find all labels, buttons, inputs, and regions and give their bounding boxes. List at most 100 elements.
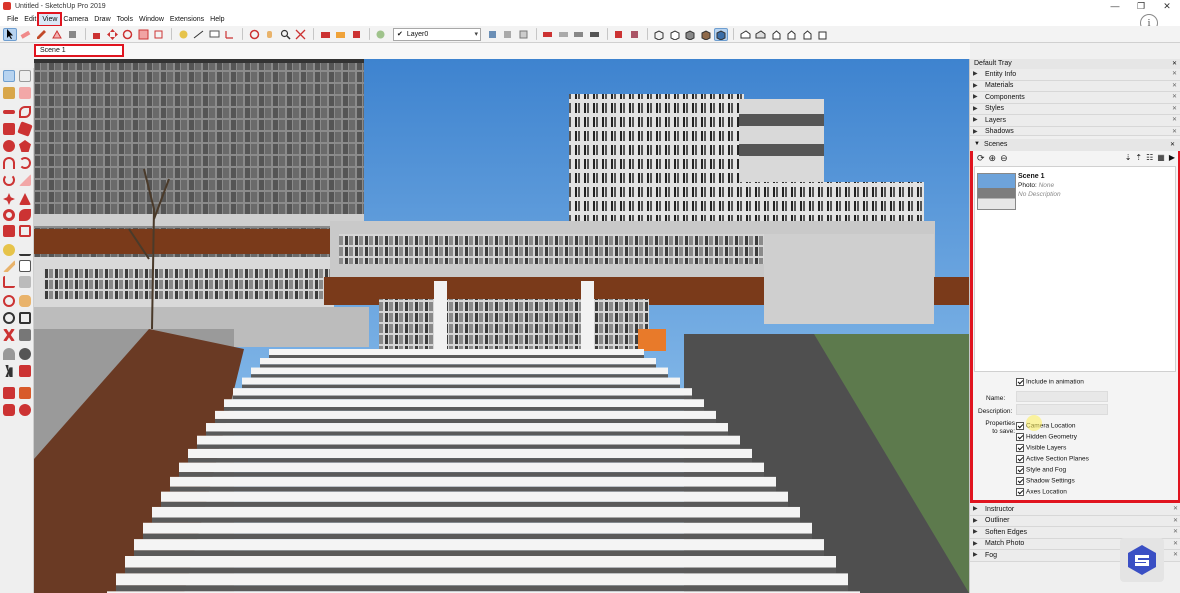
share-model-icon[interactable]: [3, 404, 15, 416]
restore-button[interactable]: ❐: [1128, 0, 1154, 12]
prop-style-and-fog[interactable]: Style and Fog: [1016, 466, 1066, 474]
add-scene-icon[interactable]: ⊕: [989, 153, 997, 164]
zoom-icon[interactable]: [3, 312, 15, 324]
position-camera-icon[interactable]: [3, 348, 15, 360]
tape-measure-icon[interactable]: [176, 28, 190, 41]
panel-instructor[interactable]: ▶ Instructor ✕: [970, 504, 1180, 516]
right-view-icon[interactable]: [785, 28, 799, 41]
shape-dropdown-icon[interactable]: [50, 28, 64, 41]
back-view-icon[interactable]: [800, 28, 814, 41]
prop-hidden-geometry[interactable]: Hidden Geometry: [1016, 433, 1077, 441]
section-cut-icon[interactable]: [556, 28, 570, 41]
close-button[interactable]: ✕: [1154, 0, 1180, 12]
pie-icon[interactable]: [19, 174, 31, 186]
menu-window[interactable]: Window: [136, 14, 167, 25]
rectangle-icon[interactable]: [3, 123, 15, 135]
close-icon[interactable]: ✕: [1172, 128, 1177, 135]
prop-shadow-settings[interactable]: Shadow Settings: [1016, 477, 1075, 485]
details-icon[interactable]: ▶: [1169, 153, 1175, 162]
extension-warehouse-icon[interactable]: [334, 28, 348, 41]
freehand-icon[interactable]: [19, 106, 31, 118]
section-plane-icon[interactable]: [19, 365, 31, 377]
close-icon[interactable]: ✕: [1173, 540, 1178, 547]
close-icon[interactable]: ✕: [1172, 116, 1177, 123]
menu-edit[interactable]: Edit: [21, 14, 39, 25]
sandbox-icon[interactable]: [627, 28, 641, 41]
zoom-extents-icon[interactable]: [294, 28, 308, 41]
offset-tool-icon[interactable]: [152, 28, 166, 41]
scene-name-input[interactable]: [1016, 391, 1108, 402]
text-icon[interactable]: [19, 260, 31, 272]
scene-tab[interactable]: Scene 1: [34, 44, 124, 57]
offset-icon[interactable]: [19, 225, 31, 237]
menu-draw[interactable]: Draw: [91, 14, 113, 25]
menu-help[interactable]: Help: [207, 14, 227, 25]
follow-me-icon[interactable]: [19, 209, 31, 221]
prop-axes-location[interactable]: Axes Location: [1016, 488, 1067, 496]
pencil-tool-icon[interactable]: [34, 28, 48, 41]
prop-visible-layers[interactable]: Visible Layers: [1016, 444, 1066, 452]
select-tool-icon[interactable]: [3, 27, 17, 41]
three-point-arc-icon[interactable]: [3, 174, 15, 186]
make-component-icon[interactable]: [19, 70, 31, 82]
pan-icon[interactable]: [19, 295, 31, 307]
shaded-style-icon[interactable]: [683, 28, 697, 41]
move-scene-down-icon[interactable]: ⇣: [1125, 153, 1132, 162]
panel-shadows[interactable]: ▶ Shadows ✕: [970, 126, 1180, 136]
layer-select[interactable]: ✔ Layer0 ▾: [393, 27, 481, 41]
close-icon[interactable]: ✕: [1173, 528, 1178, 535]
eraser-tool-icon[interactable]: [19, 28, 33, 41]
warehouse-icon[interactable]: [3, 387, 15, 399]
share-model-icon[interactable]: [349, 28, 363, 41]
model-viewport[interactable]: [34, 59, 969, 593]
walk-icon[interactable]: [5, 365, 13, 377]
left-view-icon[interactable]: [816, 28, 830, 41]
menu-file[interactable]: File: [4, 14, 21, 25]
dimension-tool-icon[interactable]: [192, 28, 206, 41]
axes-tool-icon[interactable]: [223, 28, 237, 41]
rotate-icon[interactable]: [3, 209, 15, 221]
solid-tools-icon[interactable]: [612, 28, 626, 41]
shaded-textures-style-icon[interactable]: [698, 28, 712, 41]
remove-scene-icon[interactable]: ⊖: [1000, 153, 1008, 164]
axes-icon[interactable]: [3, 276, 15, 288]
section-fill-icon[interactable]: [572, 28, 586, 41]
panel-components[interactable]: ▶ Components ✕: [970, 92, 1180, 104]
orbit-icon[interactable]: [3, 295, 15, 307]
eraser-icon[interactable]: [19, 87, 31, 99]
protractor-icon[interactable]: [3, 260, 15, 272]
line-tool-icon[interactable]: [3, 110, 15, 114]
view-options-icon[interactable]: ☷: [1146, 153, 1153, 162]
paint-bucket-icon[interactable]: [3, 87, 15, 99]
close-icon[interactable]: ✕: [1173, 551, 1178, 558]
close-icon[interactable]: ✕: [1173, 517, 1178, 524]
rotated-rectangle-icon[interactable]: [17, 121, 33, 137]
two-point-arc-icon[interactable]: [19, 157, 31, 169]
share-component-icon[interactable]: [19, 404, 31, 416]
pan-tool-icon[interactable]: [263, 28, 277, 41]
move-icon[interactable]: [3, 193, 15, 205]
layer-visibility-icon[interactable]: [374, 28, 388, 41]
scale-icon[interactable]: [3, 225, 15, 237]
orbit-tool-icon[interactable]: [247, 28, 261, 41]
prop-active-section-planes[interactable]: Active Section Planes: [1016, 455, 1089, 463]
top-view-icon[interactable]: [754, 28, 768, 41]
look-around-icon[interactable]: [19, 348, 31, 360]
polygon-icon[interactable]: [19, 140, 31, 152]
panel-layers[interactable]: ▶ Layers ✕: [970, 115, 1180, 127]
update-scene-icon[interactable]: ⟳: [977, 153, 985, 164]
warehouse-icon[interactable]: [318, 28, 332, 41]
wireframe-style-icon[interactable]: [652, 28, 666, 41]
back-edges-icon[interactable]: [516, 28, 530, 41]
close-icon[interactable]: ✕: [1172, 82, 1177, 89]
3d-text-icon[interactable]: [19, 276, 31, 288]
previous-view-icon[interactable]: [19, 329, 31, 341]
menu-tools[interactable]: Tools: [114, 14, 136, 25]
hidden-line-style-icon[interactable]: [667, 28, 681, 41]
monochrome-style-icon[interactable]: [713, 27, 728, 41]
rotate-tool-icon[interactable]: [121, 28, 135, 41]
zoom-window-icon[interactable]: [19, 312, 31, 324]
iso-view-icon[interactable]: [738, 28, 752, 41]
panel-styles[interactable]: ▶ Styles ✕: [970, 103, 1180, 115]
panel-outliner[interactable]: ▶ Outliner ✕: [970, 515, 1180, 527]
